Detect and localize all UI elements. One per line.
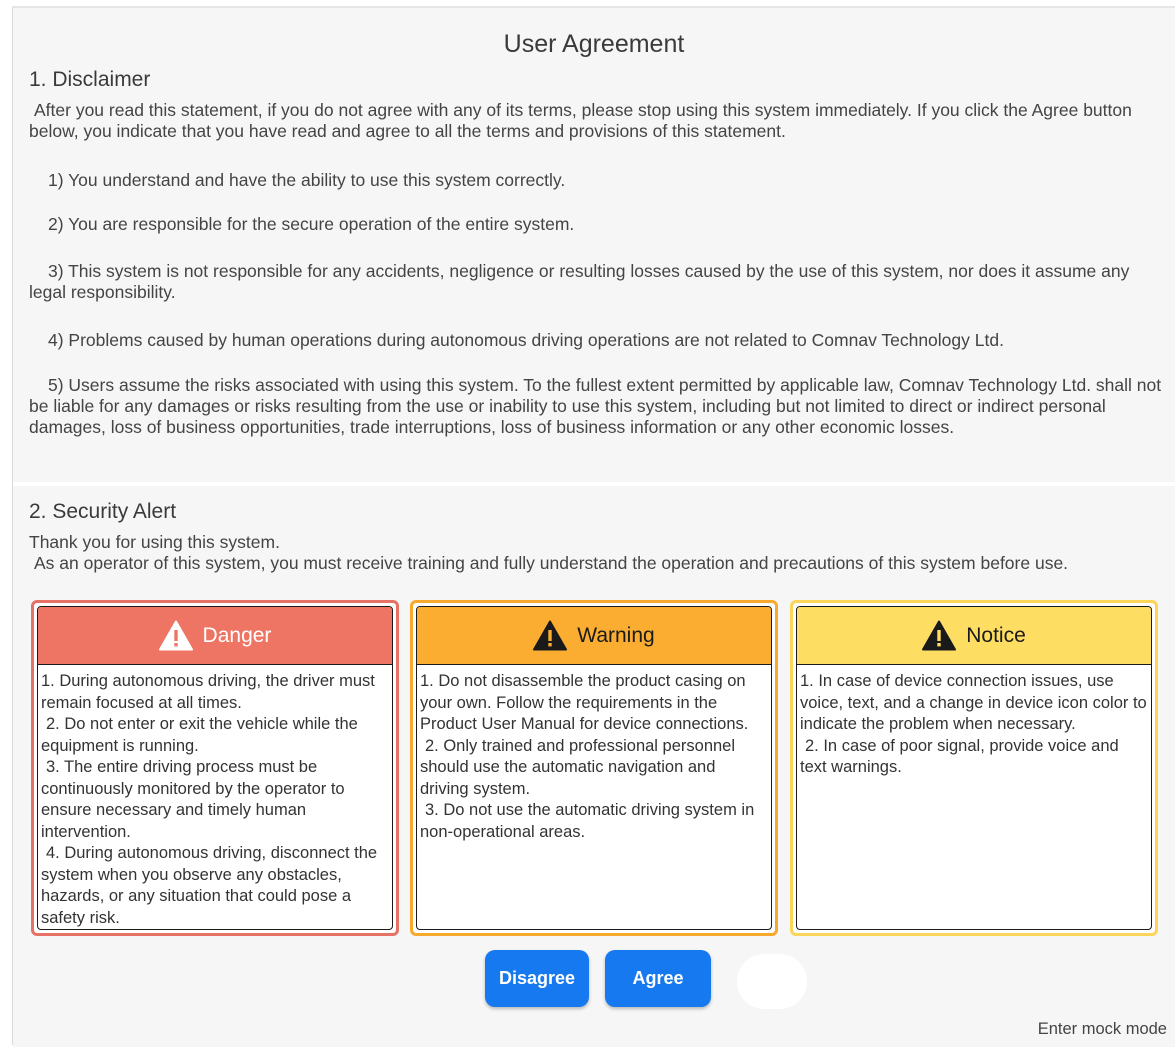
warning-card-header: Warning: [417, 607, 771, 665]
agreement-page: User Agreement 1. Disclaimer After you r…: [12, 6, 1175, 1047]
page-title: User Agreement: [503, 30, 685, 58]
notice-line-1: 1. In case of device connection issues, …: [800, 672, 1147, 733]
warning-triangle-icon: [533, 620, 568, 651]
warning-card-body: 1. Do not disassemble the product casing…: [417, 665, 771, 843]
disagree-button[interactable]: Disagree: [485, 950, 589, 1007]
agree-button[interactable]: Agree: [605, 950, 711, 1007]
danger-line-1: 1. During autonomous driving, the driver…: [41, 672, 375, 712]
disclaimer-item-4: 4) Problems caused by human operations d…: [48, 330, 1004, 350]
disclaimer-item-3: 3) This system is not responsible for an…: [29, 261, 1130, 302]
notice-card-header: Notice: [797, 607, 1151, 665]
warning-card-title: Warning: [577, 623, 655, 647]
disclaimer-item-1: 1) You understand and have the ability t…: [48, 170, 566, 190]
notice-card-body: 1. In case of device connection issues, …: [797, 665, 1151, 779]
security-thanks: Thank you for using this system.: [29, 532, 280, 552]
notice-card: Notice 1. In case of device connection i…: [790, 600, 1158, 936]
disclaimer-item-2: 2) You are responsible for the secure op…: [48, 214, 575, 234]
disclaimer-item-5: 5) Users assume the risks associated wit…: [29, 375, 1162, 437]
warning-triangle-icon: [158, 620, 193, 651]
disclaimer-intro: After you read this statement, if you do…: [29, 100, 1132, 141]
disclaimer-heading: 1. Disclaimer: [29, 68, 151, 91]
danger-line-4: 4. During autonomous driving, disconnect…: [41, 844, 378, 927]
danger-card-body: 1. During autonomous driving, the driver…: [38, 665, 392, 929]
security-heading: 2. Security Alert: [29, 500, 177, 523]
notice-card-title: Notice: [966, 623, 1026, 647]
enter-mock-mode-link[interactable]: Enter mock mode: [1038, 1020, 1167, 1039]
danger-card: Danger 1. During autonomous driving, the…: [31, 600, 399, 936]
warning-line-1: 1. Do not disassemble the product casing…: [420, 672, 749, 733]
warning-line-2: 2. Only trained and professional personn…: [420, 736, 736, 798]
notice-line-2: 2. In case of poor signal, provide voice…: [800, 736, 1119, 777]
disclaimer-panel: User Agreement 1. Disclaimer After you r…: [13, 8, 1175, 482]
danger-line-3: 3. The entire driving process must be co…: [41, 758, 345, 841]
floating-overlay: [737, 954, 807, 1009]
warning-triangle-icon: [922, 620, 957, 651]
warning-line-3: 3. Do not use the automatic driving syst…: [420, 801, 755, 841]
warning-card: Warning 1. Do not disassemble the produc…: [410, 600, 778, 936]
danger-line-2: 2. Do not enter or exit the vehicle whil…: [41, 715, 358, 755]
danger-card-header: Danger: [38, 607, 392, 665]
danger-card-title: Danger: [202, 623, 272, 647]
security-operator-note: As an operator of this system, you must …: [34, 553, 1069, 573]
